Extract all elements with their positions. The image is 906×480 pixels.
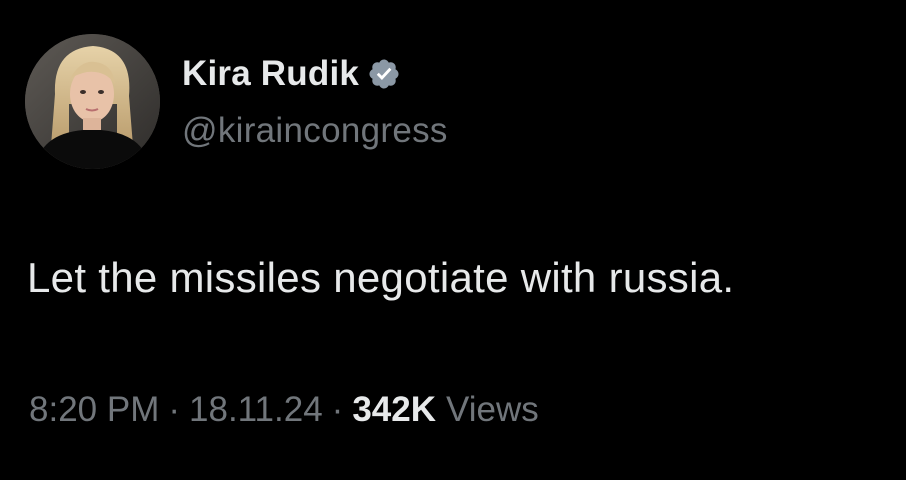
verified-badge-icon[interactable] bbox=[367, 57, 401, 91]
tweet-meta: 8:20 PM · 18.11.24 · 342K Views bbox=[29, 390, 539, 430]
author-name-row: Kira Rudik bbox=[182, 52, 401, 96]
user-handle[interactable]: @kiraincongress bbox=[182, 111, 448, 151]
views-count[interactable]: 342K bbox=[352, 390, 436, 430]
meta-separator: · bbox=[168, 390, 181, 429]
display-name[interactable]: Kira Rudik bbox=[182, 54, 359, 94]
tweet-time[interactable]: 8:20 PM bbox=[29, 390, 159, 430]
avatar-image bbox=[25, 34, 160, 169]
views-label: Views bbox=[446, 390, 539, 429]
tweet-text: Let the missiles negotiate with russia. bbox=[27, 254, 735, 301]
tweet-card: Kira Rudik @kiraincongress Let the missi… bbox=[0, 0, 906, 480]
tweet-date[interactable]: 18.11.24 bbox=[189, 390, 323, 430]
meta-separator: · bbox=[331, 390, 344, 429]
avatar[interactable] bbox=[25, 34, 160, 169]
